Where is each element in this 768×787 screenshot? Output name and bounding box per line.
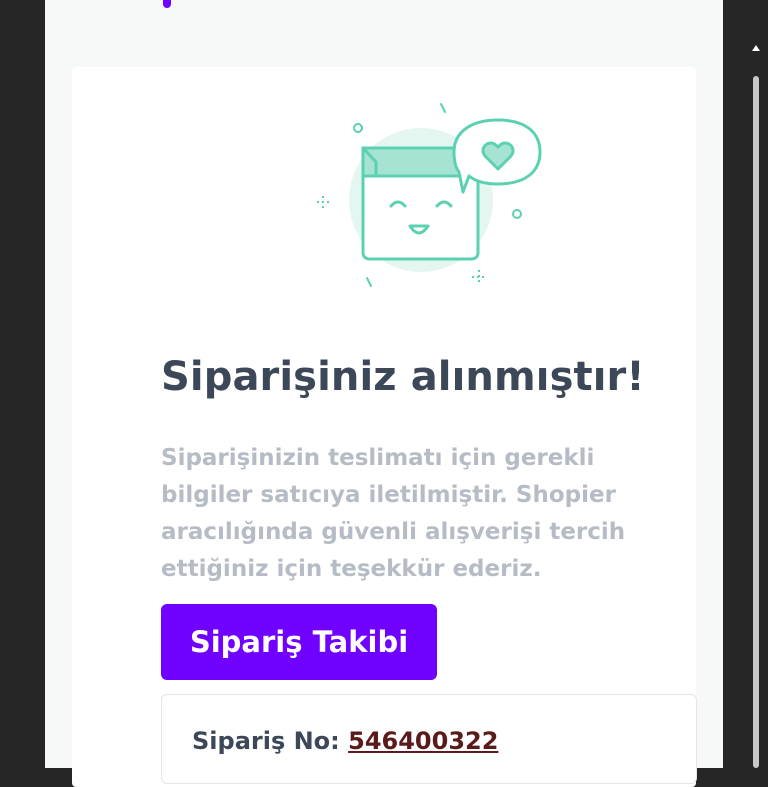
happy-box-illustration <box>317 103 542 287</box>
order-number-line: Sipariş No: 546400322 <box>192 727 498 755</box>
scroll-thumb[interactable] <box>753 76 759 768</box>
order-number-label: Sipariş No: <box>192 727 340 755</box>
confirmation-description: Siparişinizin teslimatı için gerekli bil… <box>161 445 626 582</box>
logo-fragment <box>163 0 171 8</box>
order-tracking-button[interactable]: Sipariş Takibi <box>161 604 437 680</box>
order-number-link[interactable]: 546400322 <box>348 727 498 755</box>
page-title: Siparişiniz alınmıştır! <box>161 354 645 400</box>
scrollbar[interactable] <box>750 40 762 768</box>
page-background: Siparişiniz alınmıştır! Siparişinizin te… <box>45 0 723 787</box>
order-number-box: Sipariş No: 546400322 <box>161 694 697 784</box>
scroll-up-icon[interactable] <box>751 44 761 52</box>
heart-speech-bubble-icon <box>452 118 542 194</box>
